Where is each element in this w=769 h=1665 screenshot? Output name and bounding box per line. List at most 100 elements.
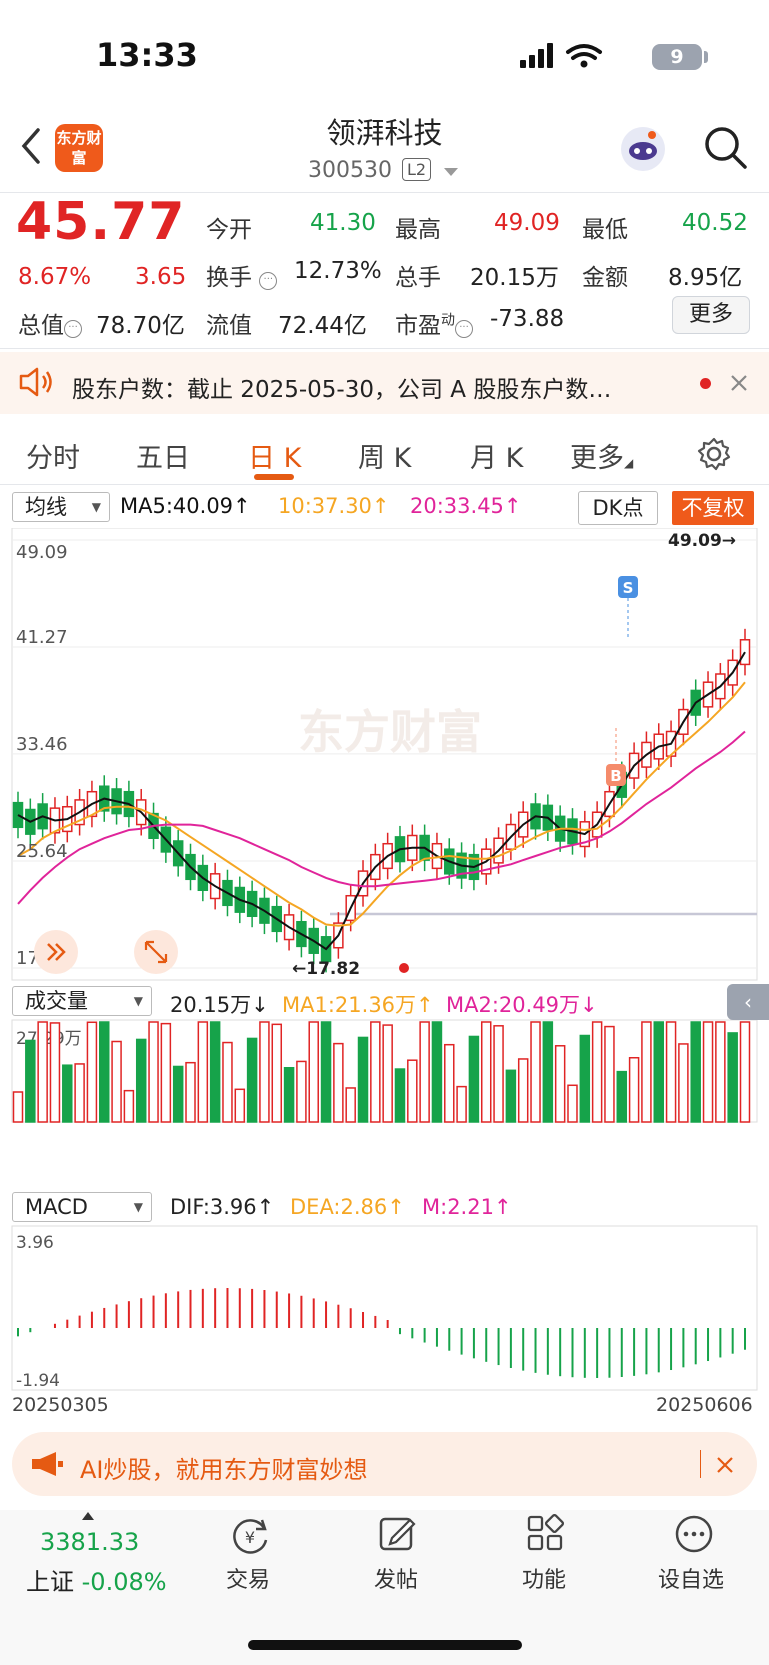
change-amount: 3.65	[135, 264, 187, 290]
volume-bar	[296, 1060, 307, 1123]
volume-bar	[493, 1025, 504, 1123]
open-value: 41.30	[310, 210, 376, 236]
volume-bar	[394, 1068, 406, 1123]
nav-post[interactable]: 发帖	[374, 1562, 418, 1594]
tab-five-day[interactable]: 五日	[136, 436, 190, 475]
volume-bar	[702, 1021, 714, 1123]
close-icon[interactable]	[730, 374, 748, 392]
volume-bar	[172, 1065, 184, 1123]
volume-bar	[148, 1021, 159, 1123]
signal-bar-1	[520, 60, 526, 68]
volume-bar	[345, 1087, 356, 1123]
high-marker-label: 49.09→	[668, 531, 736, 551]
battery-cap	[704, 51, 708, 63]
more-button[interactable]: 更多	[672, 296, 750, 334]
volume-bar	[12, 1091, 24, 1123]
caret-up-icon	[82, 1512, 94, 1520]
ma5-value: MA5:40.09↑	[120, 494, 251, 518]
index-value[interactable]: 3381.33	[40, 1528, 139, 1556]
volume-bar	[357, 1036, 369, 1123]
macd-dea: DEA:2.86↑	[290, 1195, 405, 1219]
volume-bar	[456, 1085, 467, 1123]
volume-bar	[579, 1034, 591, 1123]
chevron-down-icon[interactable]	[444, 168, 458, 178]
volume-bar	[727, 1032, 738, 1123]
macd-panel-frame	[11, 1225, 758, 1391]
collapse-panel-button[interactable]: ‹	[727, 984, 769, 1020]
volume-bar	[419, 1021, 430, 1123]
volume-current: 20.15万↓	[170, 993, 269, 1017]
volume-bar	[653, 1021, 664, 1123]
nav-watchlist[interactable]: 设自选	[658, 1562, 724, 1594]
volume-bar	[135, 1038, 147, 1123]
ma-select[interactable]: 均线 ▼	[12, 492, 110, 522]
volume-bar	[407, 1059, 418, 1123]
nav-functions[interactable]: 功能	[522, 1562, 566, 1594]
b-signal-text: B	[610, 767, 621, 785]
volume-select[interactable]: 成交量 ▼	[12, 986, 152, 1016]
ai-robot-icon[interactable]	[618, 124, 668, 174]
apps-grid-icon[interactable]	[526, 1514, 566, 1554]
volume-bar	[259, 1021, 270, 1123]
megaphone-icon	[32, 1452, 63, 1476]
kline-chart[interactable]: 东方财富 49.0941.2733.4625.6417.8249.09→←17.…	[0, 528, 769, 1428]
candle-body	[739, 639, 751, 666]
notice-text[interactable]: 股东户数：截止 2025-05-30，公司 A 股股东户数…	[72, 370, 611, 404]
volume-ma2: MA2:20.49万↓	[446, 993, 598, 1017]
low-label: 最低	[582, 217, 628, 243]
mktcap-value: 78.70亿	[96, 313, 185, 339]
volume-bar	[468, 1035, 480, 1123]
tab-daily-k[interactable]: 日 K	[248, 436, 301, 475]
volume-bar	[123, 1089, 135, 1123]
battery-indicator: 9	[652, 44, 702, 70]
info-icon[interactable]: ···	[455, 320, 473, 338]
info-icon[interactable]: ···	[259, 272, 278, 290]
volume-ma1: MA1:21.36万↑	[282, 993, 434, 1017]
post-edit-icon[interactable]	[378, 1514, 418, 1554]
volume-bar	[308, 1021, 319, 1123]
macd-dif: DIF:3.96↑	[170, 1195, 275, 1219]
dropdown-arrow-icon: ▼	[133, 1200, 143, 1214]
signal-bar-2	[529, 55, 535, 68]
tab-more[interactable]: 更多◢	[570, 436, 633, 475]
volume-bar	[678, 1043, 689, 1123]
index-quote[interactable]: 上证 -0.08%	[26, 1562, 167, 1597]
search-icon[interactable]	[702, 124, 750, 172]
adjust-mode-button[interactable]: 不复权	[672, 491, 754, 525]
high-value: 49.09	[494, 210, 560, 236]
more-circle-icon[interactable]	[674, 1514, 714, 1554]
pe-value: -73.88	[490, 306, 565, 332]
divider	[0, 348, 769, 349]
current-price: 45.77	[16, 192, 186, 252]
stock-code: 300530	[308, 158, 392, 183]
divider	[0, 484, 769, 485]
tab-monthly-k[interactable]: 月 K	[470, 436, 523, 475]
y-tick-label: 33.46	[16, 734, 68, 755]
level-badge[interactable]: L2	[402, 158, 432, 181]
tab-intraday[interactable]: 分时	[26, 436, 80, 475]
y-tick-label: 49.09	[16, 542, 68, 563]
indicator-select[interactable]: MACD ▼	[12, 1192, 152, 1222]
nav-trade[interactable]: 交易	[226, 1562, 270, 1594]
volume-bar	[246, 1037, 258, 1123]
low-value: 40.52	[682, 210, 748, 236]
low-marker-label: ←17.82	[292, 959, 360, 979]
tab-weekly-k[interactable]: 周 K	[358, 436, 411, 475]
unread-dot	[700, 378, 711, 389]
volume-bar	[665, 1021, 677, 1123]
ad-text[interactable]: AI炒股，就用东方财富妙想	[80, 1450, 368, 1485]
settings-gear-icon[interactable]	[696, 436, 732, 472]
close-ad-icon[interactable]	[716, 1456, 734, 1474]
volume-bar	[616, 1070, 628, 1123]
divider	[700, 1450, 701, 1478]
info-icon[interactable]: ···	[64, 320, 82, 338]
volume-bar	[49, 1022, 61, 1123]
volume-bar	[690, 1021, 701, 1123]
volume-bar	[62, 1064, 73, 1123]
volume-bar	[333, 1042, 344, 1123]
dk-point-button[interactable]: DK点	[578, 491, 658, 525]
trade-icon[interactable]: ¥	[228, 1516, 272, 1556]
svg-text:¥: ¥	[245, 1528, 255, 1547]
s-signal-text: S	[623, 579, 634, 597]
volume-bar	[628, 1056, 640, 1123]
